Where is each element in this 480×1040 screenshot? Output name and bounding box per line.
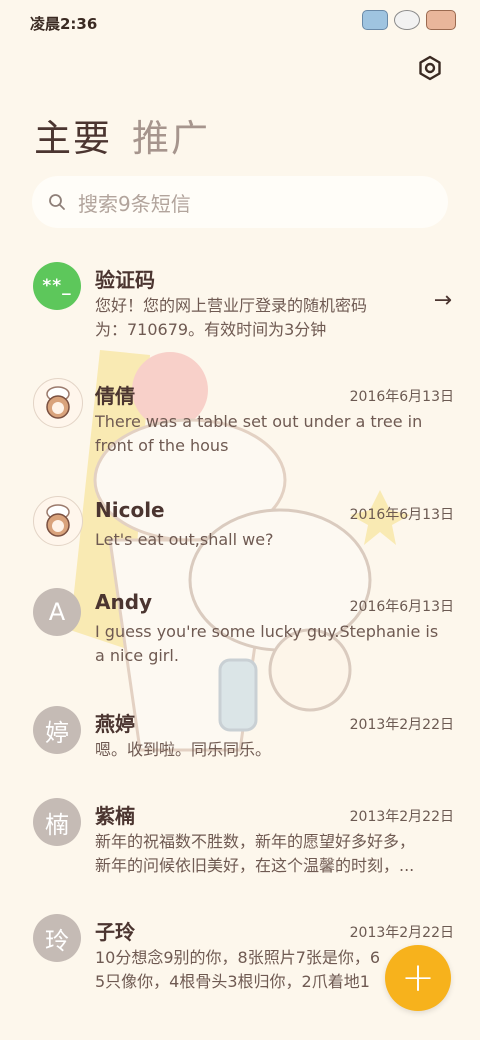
- list-item[interactable]: 楠 紫楠 2013年2月22日 新年的祝福数不胜数，新年的愿望好多好多， 新年的…: [0, 788, 480, 888]
- avatar: 楠: [33, 798, 81, 846]
- avatar: [33, 496, 83, 546]
- message-date: 2013年2月22日: [349, 925, 454, 941]
- sender-name: 燕婷: [95, 712, 135, 736]
- sender-name: 子玲: [95, 920, 135, 944]
- message-line: a nice girl.: [95, 646, 179, 665]
- sender-name: 倩倩: [95, 384, 135, 408]
- wifi-icon: [394, 10, 420, 30]
- list-item[interactable]: 倩倩 2016年6月13日 There was a table set out …: [0, 364, 480, 464]
- gear-icon: [419, 55, 441, 81]
- message-preview: Let's eat out,shall we?: [95, 528, 460, 552]
- message-line: front of the hous: [95, 436, 229, 455]
- sender-name: 验证码: [95, 268, 155, 292]
- message-line: 您好！您的网上营业厅登录的随机密码: [95, 296, 368, 315]
- avatar: **_: [33, 262, 81, 310]
- arrow-right-icon[interactable]: →: [434, 288, 452, 313]
- plus-icon: +: [401, 955, 435, 1001]
- sender-name: Nicole: [95, 498, 165, 522]
- list-item[interactable]: 婷 燕婷 2013年2月22日 嗯。收到啦。同乐同乐。: [0, 696, 480, 776]
- search-bar[interactable]: 搜索9条短信: [32, 176, 448, 228]
- search-placeholder: 搜索9条短信: [78, 191, 191, 216]
- message-preview: 新年的祝福数不胜数，新年的愿望好多好多， 新年的问候依旧美好，在这个温馨的时刻，…: [95, 830, 460, 878]
- message-line: 嗯。收到啦。同乐同乐。: [95, 740, 272, 759]
- avatar: [33, 378, 83, 428]
- message-preview: 嗯。收到啦。同乐同乐。: [95, 738, 460, 762]
- list-item[interactable]: Nicole 2016年6月13日 Let's eat out,shall we…: [0, 482, 480, 562]
- battery-icon: [426, 10, 456, 30]
- tab-promotions[interactable]: 推广: [132, 108, 210, 162]
- message-line: There was a table set out under a tree i…: [95, 412, 423, 431]
- signal-icon: [362, 10, 388, 30]
- message-preview: 您好！您的网上营业厅登录的随机密码 为：710679。有效时间为3分钟: [95, 294, 425, 342]
- message-date: 2013年2月22日: [349, 809, 454, 825]
- status-time: 凌晨2:36: [30, 15, 98, 33]
- message-preview: There was a table set out under a tree i…: [95, 410, 460, 458]
- tab-bar: 主要 推广: [34, 108, 210, 162]
- status-icons: [362, 10, 456, 30]
- message-line: 新年的问候依旧美好，在这个温馨的时刻，...: [95, 856, 415, 875]
- message-date: 2016年6月13日: [349, 389, 454, 405]
- list-item[interactable]: **_ 验证码 您好！您的网上营业厅登录的随机密码 为：710679。有效时间为…: [0, 248, 480, 348]
- status-bar: 凌晨2:36: [0, 0, 480, 44]
- message-line: I guess you're some lucky guy.Stephanie …: [95, 622, 439, 641]
- list-item[interactable]: A Andy 2016年6月13日 I guess you're some lu…: [0, 578, 480, 678]
- message-line: Let's eat out,shall we?: [95, 530, 274, 549]
- message-line: 为：710679。有效时间为3分钟: [95, 320, 327, 339]
- avatar: 玲: [33, 914, 81, 962]
- search-icon: [49, 194, 65, 210]
- chef-avatar-icon: [46, 504, 70, 537]
- avatar: 婷: [33, 706, 81, 754]
- sender-name: Andy: [95, 590, 153, 614]
- chef-avatar-icon: [46, 386, 70, 419]
- avatar: A: [33, 588, 81, 636]
- sender-name: 紫楠: [95, 804, 135, 828]
- message-date: 2013年2月22日: [349, 717, 454, 733]
- message-line: 新年的祝福数不胜数，新年的愿望好多好多，: [95, 832, 416, 851]
- message-date: 2016年6月13日: [349, 507, 454, 523]
- message-date: 2016年6月13日: [349, 599, 454, 615]
- new-message-button[interactable]: +: [385, 945, 451, 1011]
- settings-button[interactable]: [416, 54, 444, 82]
- tab-primary[interactable]: 主要: [34, 108, 112, 162]
- message-preview: I guess you're some lucky guy.Stephanie …: [95, 620, 460, 668]
